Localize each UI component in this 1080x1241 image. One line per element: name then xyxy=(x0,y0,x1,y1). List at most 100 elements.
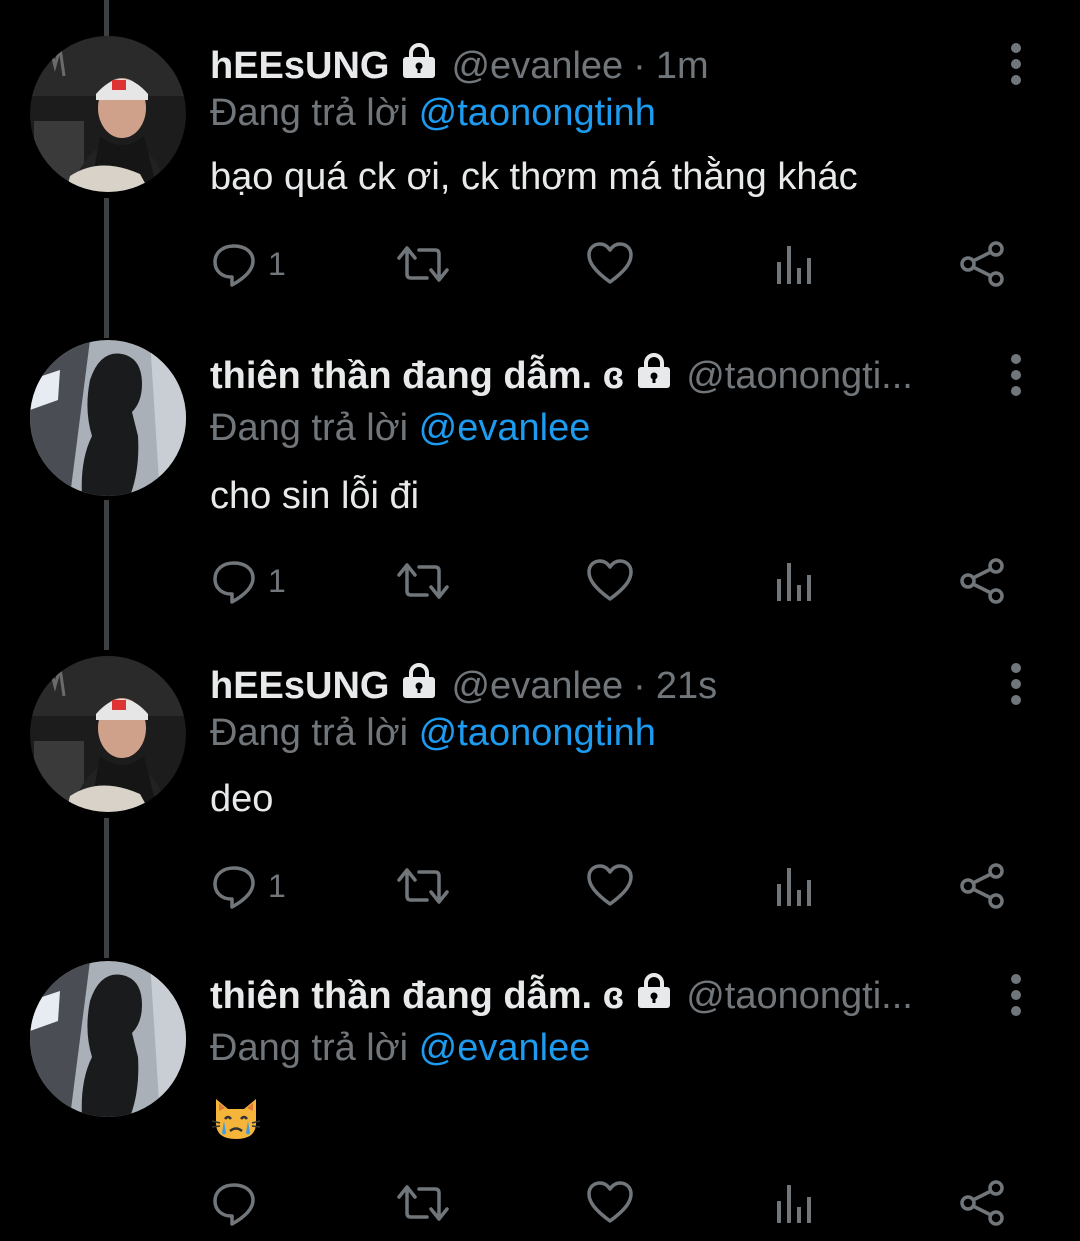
tweet[interactable]: hEEsUNG @evanlee · 21s Đang trả lời @tao… xyxy=(0,620,1080,930)
reply-button[interactable]: 1 xyxy=(210,557,286,605)
analytics-button[interactable] xyxy=(775,862,815,910)
share-button[interactable] xyxy=(958,240,1006,288)
tweet-actions: 1 xyxy=(210,557,1030,605)
replying-to: Đang trả lời @taonongtinh xyxy=(210,712,656,755)
user-handle[interactable]: @taonongti... xyxy=(686,355,913,398)
reply-count: 1 xyxy=(268,867,286,904)
analytics-button[interactable] xyxy=(775,240,815,288)
heart-icon xyxy=(587,864,633,906)
reply-icon xyxy=(213,244,255,287)
retweet-icon xyxy=(397,563,449,599)
display-name[interactable]: hEEsUNG xyxy=(210,665,389,708)
analytics-button[interactable] xyxy=(775,1179,815,1227)
lock-icon xyxy=(634,353,674,399)
more-options-button[interactable] xyxy=(1000,353,1032,397)
tweet-text: cho sin lỗi đi xyxy=(210,475,420,517)
tweet-text: deo xyxy=(210,778,274,820)
share-icon xyxy=(960,1180,1004,1226)
avatar[interactable] xyxy=(30,656,186,812)
tweet-actions: 1 xyxy=(210,862,1030,910)
retweet-button[interactable] xyxy=(395,240,451,288)
avatar[interactable] xyxy=(30,961,186,1117)
crying-cat-emoji xyxy=(211,1099,261,1139)
avatar-photo-silhouette xyxy=(30,340,186,496)
separator-dot: · xyxy=(633,664,646,707)
retweet-icon xyxy=(397,1185,449,1221)
reply-count: 1 xyxy=(268,245,286,282)
share-button[interactable] xyxy=(958,1179,1006,1227)
avatar-photo-person-cap xyxy=(30,36,186,192)
reply-count: 1 xyxy=(268,562,286,599)
tweet-actions: 1 xyxy=(210,240,1030,288)
mention-link[interactable]: @evanlee xyxy=(419,407,591,449)
lock-icon xyxy=(634,973,674,1019)
tweet[interactable]: thiên thần đang dẫm. ɞ @taonongti... Đan… xyxy=(0,925,1080,1235)
timestamp[interactable]: 1m xyxy=(656,45,709,88)
reply-button[interactable]: 1 xyxy=(210,240,286,288)
analytics-icon xyxy=(777,1185,811,1223)
more-vertical-icon xyxy=(1011,663,1021,705)
like-button[interactable] xyxy=(585,1179,635,1227)
share-icon xyxy=(960,558,1004,604)
reply-button[interactable]: 1 xyxy=(210,862,286,910)
reply-button[interactable] xyxy=(210,1179,268,1227)
more-vertical-icon xyxy=(1011,974,1021,1016)
heart-icon xyxy=(587,242,633,284)
avatar[interactable] xyxy=(30,36,186,192)
display-name[interactable]: thiên thần đang dẫm. ɞ xyxy=(210,975,624,1018)
retweet-icon xyxy=(397,868,449,904)
mention-link[interactable]: @taonongtinh xyxy=(419,712,656,754)
reply-icon xyxy=(213,866,255,909)
user-handle[interactable]: @taonongti... xyxy=(686,975,913,1018)
replying-to: Đang trả lời @taonongtinh xyxy=(210,92,656,135)
tweet[interactable]: hEEsUNG @evanlee · 1m Đang trả lời @taon… xyxy=(0,0,1080,310)
retweet-button[interactable] xyxy=(395,1179,451,1227)
tweet-header: thiên thần đang dẫm. ɞ @taonongti... xyxy=(210,350,913,402)
avatar-photo-person-cap xyxy=(30,656,186,812)
mention-link[interactable]: @taonongtinh xyxy=(419,92,656,134)
more-options-button[interactable] xyxy=(1000,662,1032,706)
user-handle[interactable]: @evanlee xyxy=(451,45,623,88)
tweet-text xyxy=(210,1095,262,1143)
analytics-button[interactable] xyxy=(775,557,815,605)
more-vertical-icon xyxy=(1011,354,1021,396)
share-icon xyxy=(960,241,1004,287)
retweet-button[interactable] xyxy=(395,557,451,605)
tweet-header: hEEsUNG @evanlee · 21s xyxy=(210,660,717,712)
tweet[interactable]: thiên thần đang dẫm. ɞ @taonongti... Đan… xyxy=(0,305,1080,615)
replying-to: Đang trả lời @evanlee xyxy=(210,407,590,450)
analytics-icon xyxy=(777,246,811,284)
heart-icon xyxy=(587,1181,633,1223)
tweet-actions xyxy=(210,1179,1030,1227)
replying-prefix: Đang trả lời xyxy=(210,1027,409,1069)
more-vertical-icon xyxy=(1011,43,1021,85)
user-handle[interactable]: @evanlee xyxy=(451,665,623,708)
retweet-button[interactable] xyxy=(395,862,451,910)
replying-prefix: Đang trả lời xyxy=(210,712,409,754)
analytics-icon xyxy=(777,563,811,601)
replying-to: Đang trả lời @evanlee xyxy=(210,1027,590,1070)
reply-icon xyxy=(213,561,255,604)
display-name[interactable]: hEEsUNG xyxy=(210,45,389,88)
mention-link[interactable]: @evanlee xyxy=(419,1027,591,1069)
share-icon xyxy=(960,863,1004,909)
analytics-icon xyxy=(777,868,811,906)
share-button[interactable] xyxy=(958,557,1006,605)
avatar-photo-silhouette xyxy=(30,961,186,1117)
replying-prefix: Đang trả lời xyxy=(210,407,409,449)
more-options-button[interactable] xyxy=(1000,973,1032,1017)
display-name[interactable]: thiên thần đang dẫm. ɞ xyxy=(210,355,624,398)
replying-prefix: Đang trả lời xyxy=(210,92,409,134)
like-button[interactable] xyxy=(585,862,635,910)
avatar[interactable] xyxy=(30,340,186,496)
more-options-button[interactable] xyxy=(1000,42,1032,86)
tweet-header: hEEsUNG @evanlee · 1m xyxy=(210,40,709,92)
like-button[interactable] xyxy=(585,557,635,605)
retweet-icon xyxy=(397,246,449,282)
share-button[interactable] xyxy=(958,862,1006,910)
reply-icon xyxy=(213,1183,255,1226)
separator-dot: · xyxy=(633,44,646,87)
like-button[interactable] xyxy=(585,240,635,288)
lock-icon xyxy=(399,663,439,709)
timestamp[interactable]: 21s xyxy=(656,665,717,708)
